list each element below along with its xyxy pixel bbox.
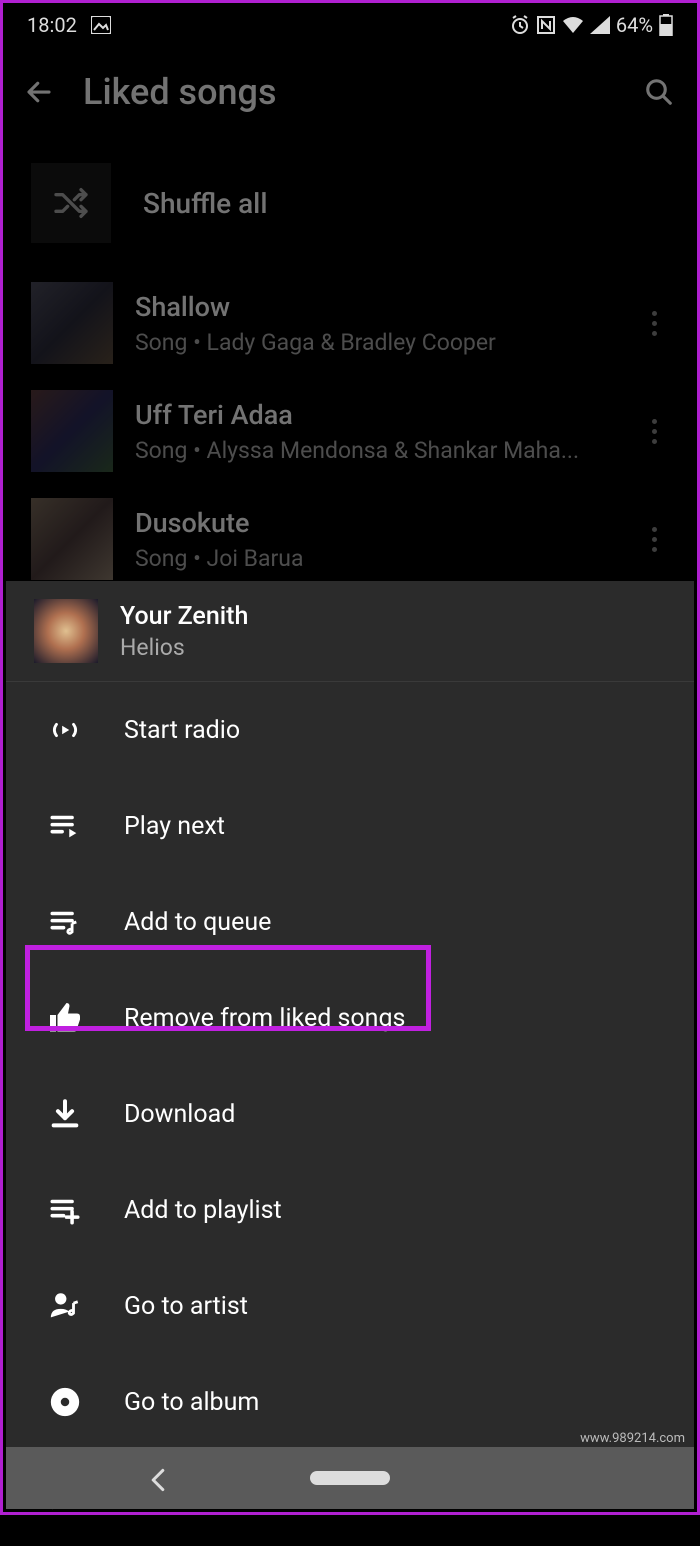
queue-icon xyxy=(46,903,84,941)
menu-play-next[interactable]: Play next xyxy=(6,778,694,874)
radio-icon xyxy=(46,711,84,749)
song-title: Shallow xyxy=(135,291,617,323)
battery-pct: 64% xyxy=(616,13,653,37)
nav-back-button[interactable] xyxy=(150,1468,170,1488)
sheet-header: Your Zenith Helios xyxy=(6,581,694,682)
menu-label: Remove from liked songs xyxy=(124,1004,405,1033)
bottom-sheet: Your Zenith Helios Start radio Play next… xyxy=(6,581,694,1509)
more-button[interactable] xyxy=(639,527,669,552)
song-title: Dusokute xyxy=(135,507,617,539)
shuffle-icon xyxy=(31,163,111,243)
menu-start-radio[interactable]: Start radio xyxy=(6,682,694,778)
download-icon xyxy=(46,1095,84,1133)
menu-download[interactable]: Download xyxy=(6,1066,694,1162)
playlist-add-icon xyxy=(46,1191,84,1229)
thumb-up-icon xyxy=(46,999,84,1037)
menu-label: Download xyxy=(124,1100,235,1129)
menu-label: Play next xyxy=(124,812,225,841)
battery-icon xyxy=(659,14,673,36)
song-row[interactable]: Dusokute Song • Joi Barua xyxy=(3,485,697,593)
watermark: www.989214.com xyxy=(580,1431,685,1446)
wifi-icon xyxy=(562,16,584,34)
menu-add-to-playlist[interactable]: Add to playlist xyxy=(6,1162,694,1258)
artist-icon xyxy=(46,1287,84,1325)
song-title: Uff Teri Adaa xyxy=(135,399,617,431)
menu-add-to-queue[interactable]: Add to queue xyxy=(6,874,694,970)
status-time: 18:02 xyxy=(27,13,77,37)
sheet-song-title: Your Zenith xyxy=(120,602,248,631)
album-icon xyxy=(46,1383,84,1421)
picture-icon xyxy=(91,16,111,34)
menu-label: Add to queue xyxy=(124,908,271,937)
album-art xyxy=(31,390,113,472)
shuffle-all-row[interactable]: Shuffle all xyxy=(3,137,697,269)
sheet-artist: Helios xyxy=(120,634,248,661)
sheet-album-art xyxy=(34,599,98,663)
song-subtitle: Song • Joi Barua xyxy=(135,545,615,572)
page-title: Liked songs xyxy=(83,71,613,113)
nfc-icon xyxy=(536,15,556,35)
song-subtitle: Song • Alyssa Mendonsa & Shankar Maha... xyxy=(135,437,615,464)
menu-label: Start radio xyxy=(124,716,240,745)
menu-go-to-artist[interactable]: Go to artist xyxy=(6,1258,694,1354)
song-row[interactable]: Shallow Song • Lady Gaga & Bradley Coope… xyxy=(3,269,697,377)
shuffle-label: Shuffle all xyxy=(143,187,267,220)
menu-label: Go to artist xyxy=(124,1292,248,1321)
back-button[interactable] xyxy=(23,76,55,108)
album-art xyxy=(31,282,113,364)
background-content: Liked songs Shuffle all Shallow Song • L… xyxy=(3,47,697,593)
more-button[interactable] xyxy=(639,419,669,444)
more-button[interactable] xyxy=(639,311,669,336)
play-next-icon xyxy=(46,807,84,845)
search-button[interactable] xyxy=(641,74,677,110)
song-subtitle: Song • Lady Gaga & Bradley Cooper xyxy=(135,329,615,356)
app-bar: Liked songs xyxy=(3,47,697,137)
menu-label: Add to playlist xyxy=(124,1196,282,1225)
song-row[interactable]: Uff Teri Adaa Song • Alyssa Mendonsa & S… xyxy=(3,377,697,485)
status-bar: 18:02 64% xyxy=(3,3,697,47)
nav-home-pill[interactable] xyxy=(310,1471,390,1485)
signal-icon xyxy=(590,16,610,34)
menu-list: Start radio Play next Add to queue Remov… xyxy=(6,682,694,1546)
alarm-icon xyxy=(510,15,530,35)
system-nav-bar xyxy=(6,1447,694,1509)
menu-label: Go to album xyxy=(124,1388,259,1417)
album-art xyxy=(31,498,113,580)
menu-remove-liked[interactable]: Remove from liked songs xyxy=(6,970,694,1066)
